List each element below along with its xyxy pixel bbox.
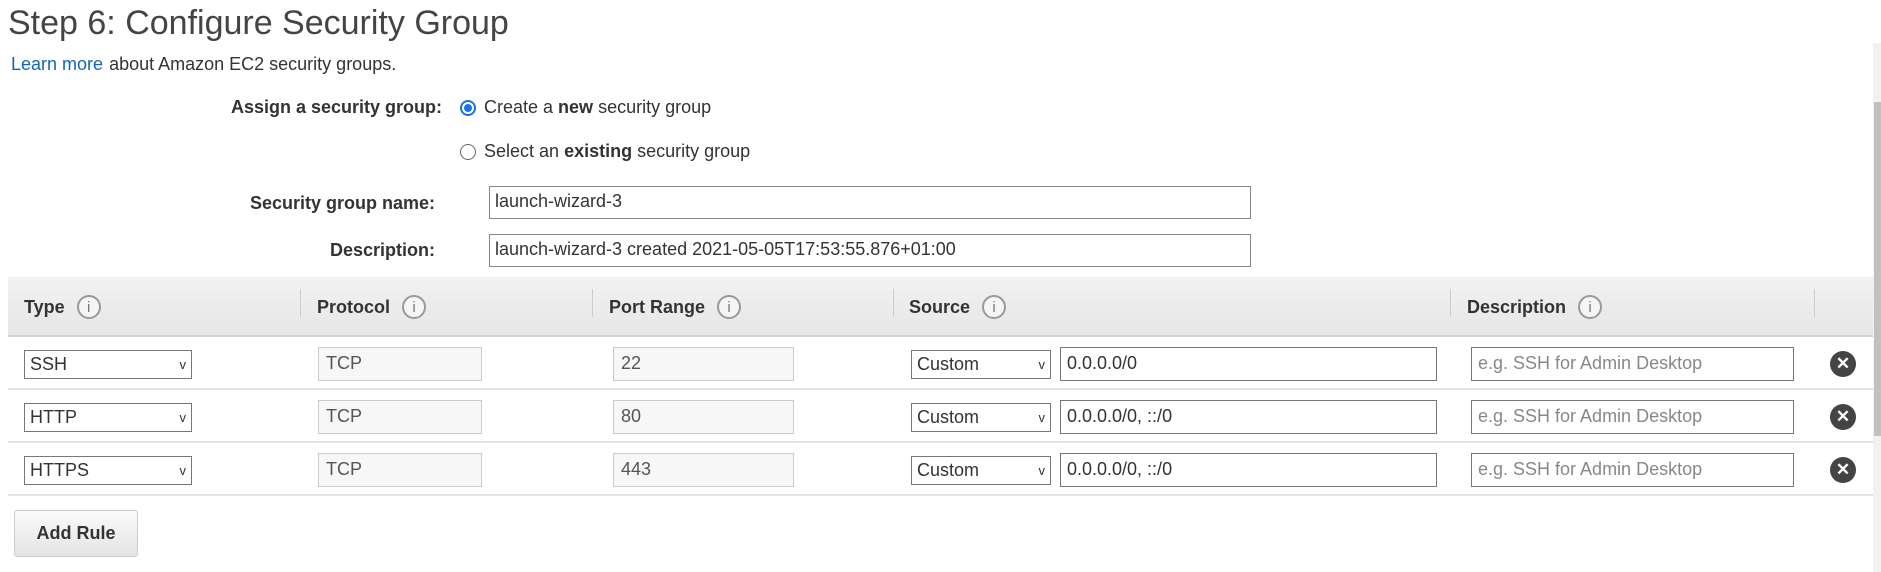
page-title: Step 6: Configure Security Group <box>8 4 509 42</box>
radio-create-new[interactable]: Create a new security group <box>460 97 711 118</box>
header-label: Type <box>24 296 65 317</box>
learn-more-text: about Amazon EC2 security groups. <box>109 54 397 74</box>
source-type-value: Custom <box>917 354 980 374</box>
port-range-field: 443 <box>613 453 794 487</box>
type-select[interactable]: HTTP v <box>24 403 192 432</box>
remove-rule-icon[interactable]: ✕ <box>1830 457 1856 483</box>
source-type-value: Custom <box>917 407 980 427</box>
protocol-field: TCP <box>318 400 482 434</box>
description-input[interactable]: launch-wizard-3 created 2021-05-05T17:53… <box>489 234 1251 267</box>
protocol-field: TCP <box>318 453 482 487</box>
radio-label: Select an existing security group <box>484 141 751 161</box>
header-source: Source i <box>909 277 1007 337</box>
chevron-down-icon: v <box>179 463 187 478</box>
sg-name-label: Security group name: <box>249 193 435 213</box>
source-cidr-input[interactable]: 0.0.0.0/0, ::/0 <box>1060 400 1437 434</box>
radio-label: Create a new security group <box>484 97 712 117</box>
rules-table-header: Type i Protocol i Port Range i Source i Desc… <box>8 277 1873 337</box>
header-label: Source <box>909 296 971 317</box>
type-value: HTTP <box>30 407 77 427</box>
divider <box>1814 289 1815 317</box>
sg-name-input[interactable]: launch-wizard-3 <box>489 186 1251 219</box>
divider <box>1450 289 1451 317</box>
header-label: Protocol <box>317 296 391 317</box>
remove-rule-icon[interactable]: ✕ <box>1830 351 1856 377</box>
learn-more-line: Learn more about Amazon EC2 security grou… <box>11 54 396 75</box>
table-row: HTTP v TCP 80 Custom v 0.0.0.0/0, ::/0 e.g. SSH… <box>8 390 1873 443</box>
type-select[interactable]: HTTPS v <box>24 456 192 485</box>
info-icon[interactable]: i <box>1578 295 1603 319</box>
header-protocol: Protocol i <box>317 277 427 337</box>
source-select[interactable]: Custom v <box>911 350 1051 379</box>
protocol-field: TCP <box>318 347 482 381</box>
rule-description-input[interactable]: e.g. SSH for Admin Desktop <box>1471 453 1794 487</box>
table-row: SSH v TCP 22 Custom v 0.0.0.0/0 e.g. SSH for Ad… <box>8 337 1873 390</box>
divider <box>592 289 593 317</box>
chevron-down-icon: v <box>1038 463 1046 478</box>
chevron-down-icon: v <box>179 357 187 372</box>
type-select[interactable]: SSH v <box>24 350 192 379</box>
source-type-value: Custom <box>917 460 980 480</box>
radio-select-existing[interactable]: Select an existing security group <box>460 141 750 162</box>
header-description: Description i <box>1467 277 1603 337</box>
header-port-range: Port Range i <box>609 277 742 337</box>
source-cidr-input[interactable]: 0.0.0.0/0, ::/0 <box>1060 453 1437 487</box>
header-label: Description <box>1467 296 1567 317</box>
assign-label: Assign a security group: <box>230 97 442 117</box>
port-range-field: 22 <box>613 347 794 381</box>
radio-button[interactable] <box>460 143 476 160</box>
source-select[interactable]: Custom v <box>911 403 1051 432</box>
info-icon[interactable]: i <box>76 295 101 319</box>
rule-description-input[interactable]: e.g. SSH for Admin Desktop <box>1471 347 1794 381</box>
table-row: HTTPS v TCP 443 Custom v 0.0.0.0/0, ::/0 e.g. S… <box>8 443 1873 496</box>
header-type: Type i <box>24 277 101 337</box>
type-value: HTTPS <box>30 460 90 480</box>
divider <box>893 289 894 317</box>
radio-button-selected[interactable] <box>460 99 476 116</box>
divider <box>300 289 301 317</box>
chevron-down-icon: v <box>1038 357 1046 372</box>
type-value: SSH <box>30 354 68 374</box>
info-icon[interactable]: i <box>717 295 742 319</box>
remove-rule-icon[interactable]: ✕ <box>1830 404 1856 430</box>
learn-more-link[interactable]: Learn more <box>11 54 103 74</box>
rule-description-input[interactable]: e.g. SSH for Admin Desktop <box>1471 400 1794 434</box>
source-select[interactable]: Custom v <box>911 456 1051 485</box>
chevron-down-icon: v <box>1038 410 1046 425</box>
info-icon[interactable]: i <box>402 295 427 319</box>
scrollbar-thumb[interactable] <box>1874 102 1881 436</box>
description-label: Description: <box>329 240 435 260</box>
header-label: Port Range <box>609 296 706 317</box>
source-cidr-input[interactable]: 0.0.0.0/0 <box>1060 347 1437 381</box>
chevron-down-icon: v <box>179 410 187 425</box>
add-rule-button[interactable]: Add Rule <box>14 510 138 557</box>
port-range-field: 80 <box>613 400 794 434</box>
info-icon[interactable]: i <box>982 295 1007 319</box>
